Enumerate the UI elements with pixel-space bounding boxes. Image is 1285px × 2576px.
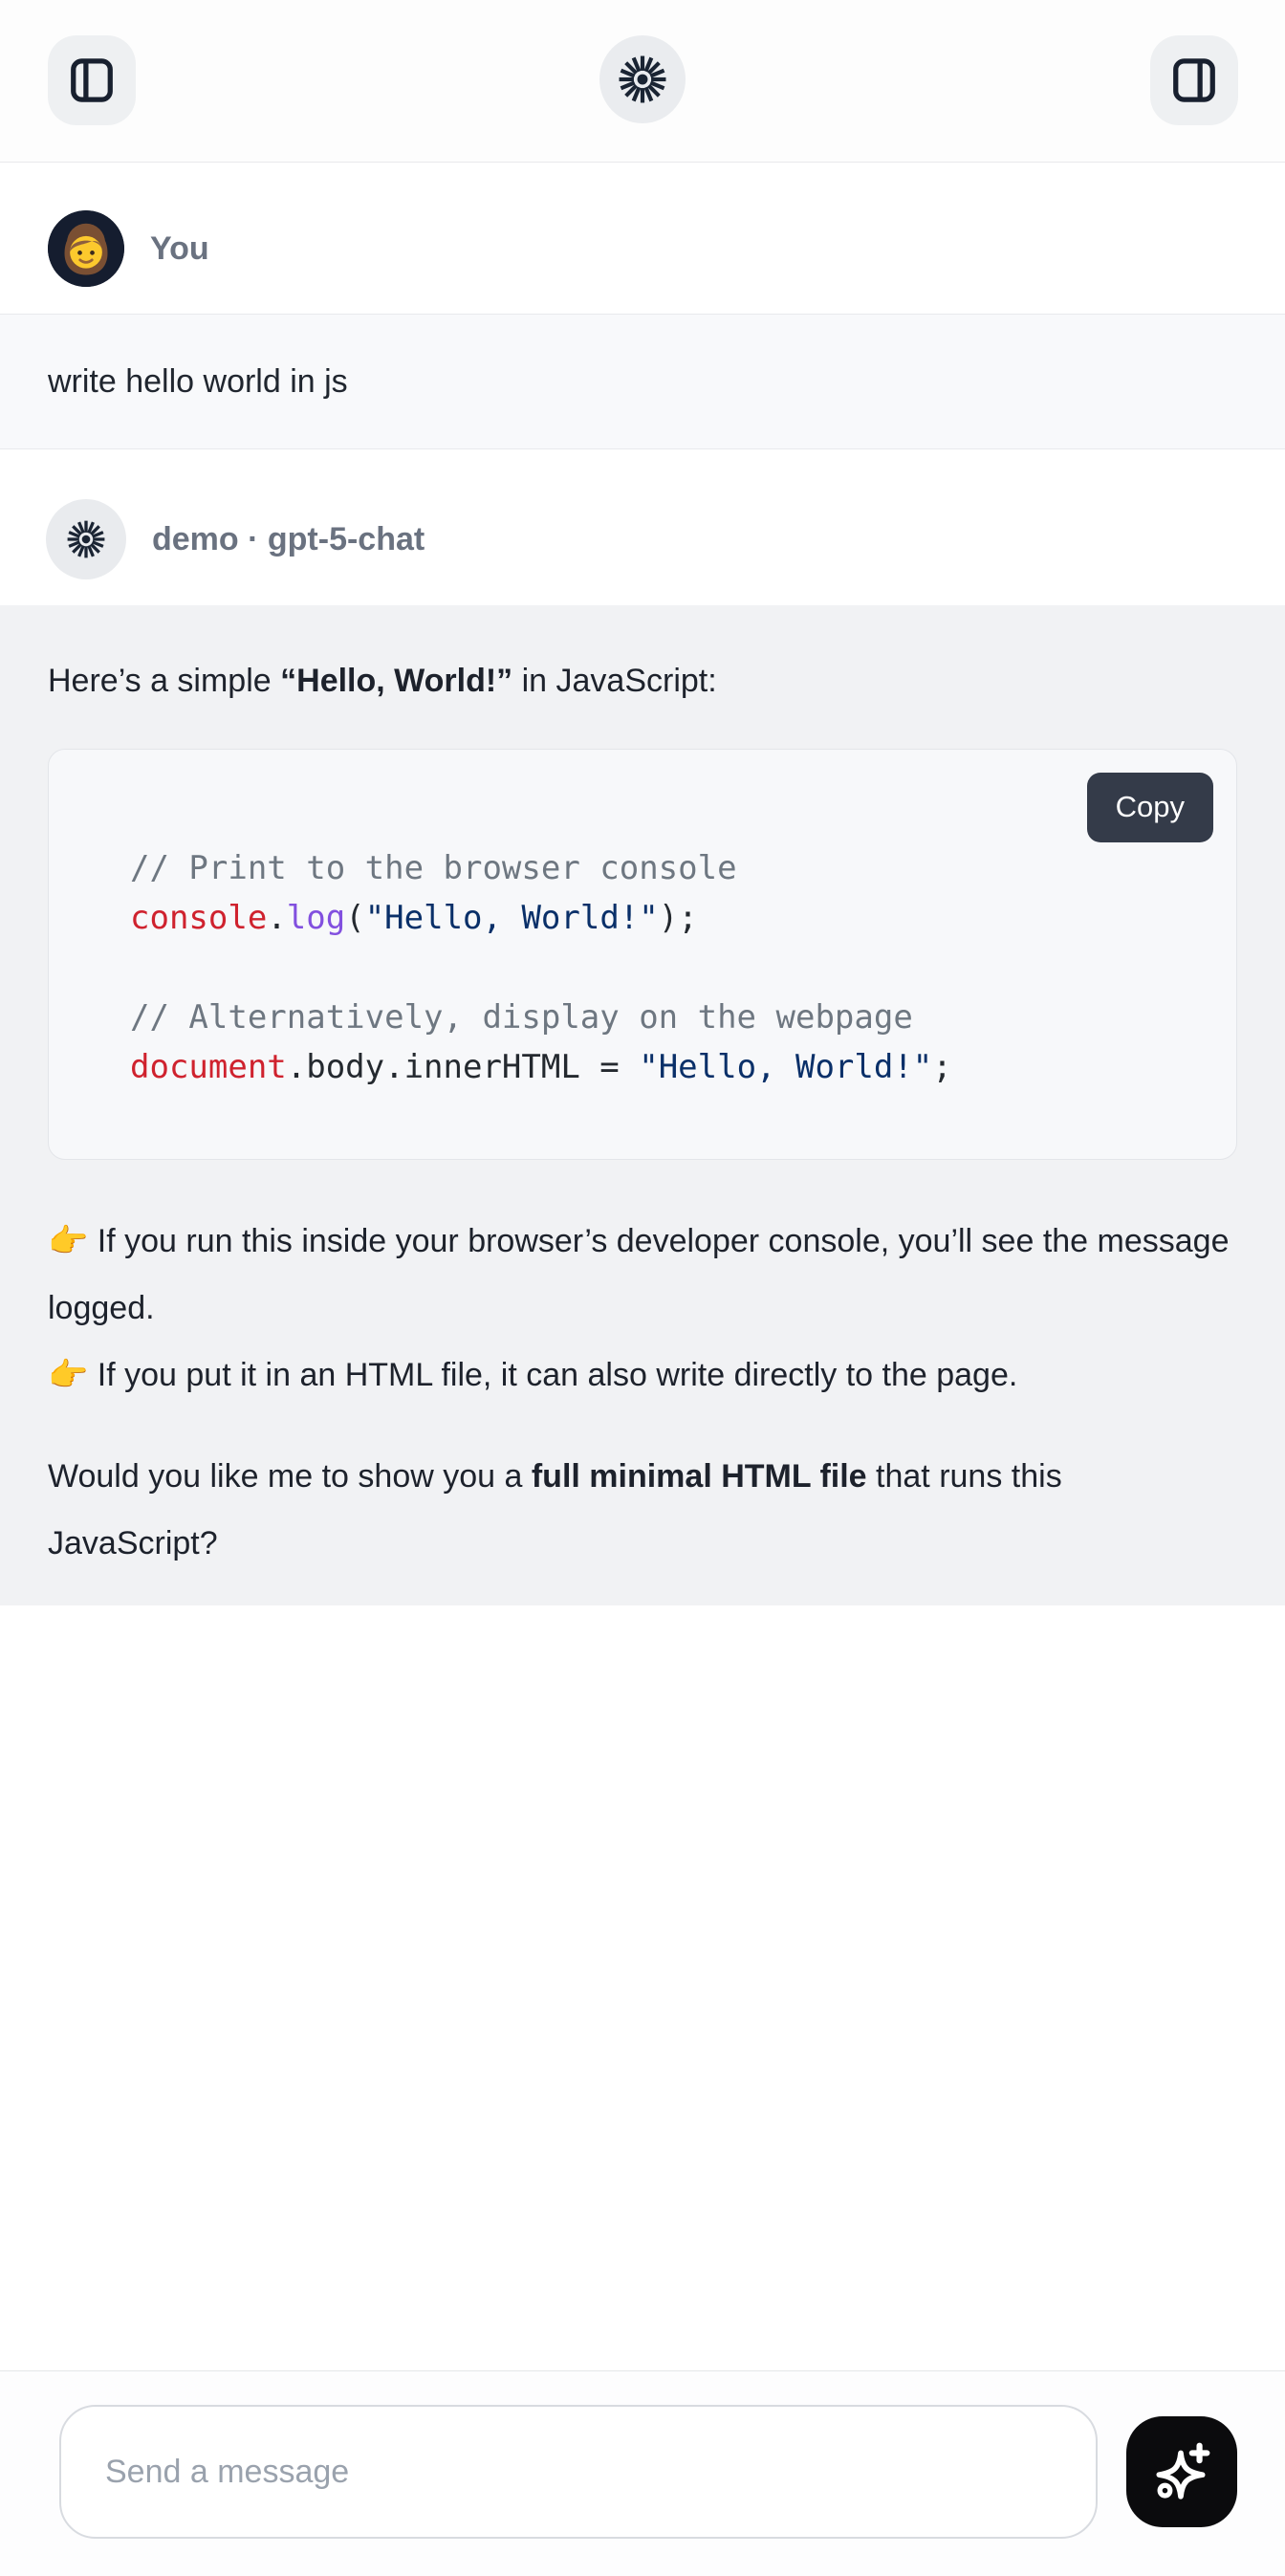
assistant-message-bubble: Here’s a simple “Hello, World!” in JavaS… <box>0 605 1285 1605</box>
user-message-text: write hello world in js <box>48 357 1237 406</box>
starburst-icon <box>615 52 670 107</box>
code-block: Copy // Print to the browser consolecons… <box>48 749 1237 1160</box>
panel-left-icon <box>65 54 119 107</box>
user-message-header: You <box>48 210 1285 287</box>
message-input[interactable] <box>59 2405 1098 2539</box>
code-content: // Print to the browser consoleconsole.l… <box>49 750 1236 1159</box>
app-logo-button[interactable] <box>599 35 686 123</box>
user-sender-label: You <box>150 230 209 268</box>
sidebar-toggle-button[interactable] <box>48 35 136 125</box>
panel-right-icon <box>1167 54 1221 107</box>
user-avatar <box>48 210 124 287</box>
composer-bar <box>0 2370 1285 2576</box>
assistant-intro-text: Here’s a simple “Hello, World!” in JavaS… <box>48 647 1237 714</box>
sparkle-icon <box>1150 2439 1213 2505</box>
assistant-tip-html: 👉 If you put it in an HTML file, it can … <box>48 1342 1237 1408</box>
assistant-sender-label: demo · gpt-5-chat <box>152 521 425 558</box>
send-button[interactable] <box>1126 2416 1237 2527</box>
copy-button[interactable]: Copy <box>1087 773 1213 842</box>
assistant-followup-question: Would you like me to show you a full min… <box>48 1443 1237 1577</box>
chat-area: You write hello world in js demo · gpt-5… <box>0 163 1285 1605</box>
assistant-tip-console: 👉 If you run this inside your browser’s … <box>48 1208 1237 1342</box>
assistant-avatar <box>46 499 126 579</box>
assistant-message-header: demo · gpt-5-chat <box>46 499 1285 579</box>
user-message-bubble: write hello world in js <box>0 314 1285 449</box>
top-bar <box>0 0 1285 163</box>
right-panel-toggle-button[interactable] <box>1150 35 1238 125</box>
